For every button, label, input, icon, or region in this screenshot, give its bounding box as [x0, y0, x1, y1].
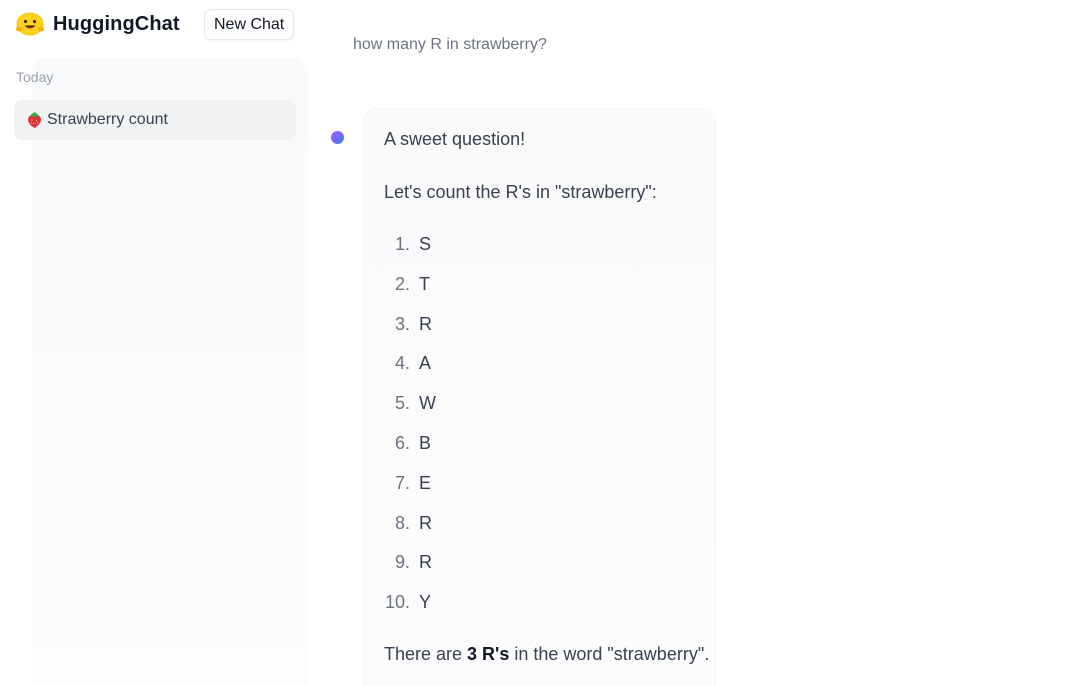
list-item-letter: R: [419, 552, 432, 573]
list-item-number: 1.: [394, 234, 410, 254]
list-item-number: 6.: [394, 432, 410, 453]
list-item: 3. R: [380, 314, 436, 354]
list-item: 9. R: [380, 552, 436, 592]
list-item: 6. B: [380, 433, 436, 473]
list-item-number: 10.: [384, 592, 410, 613]
hugging-face-logo-icon: [16, 12, 44, 36]
app-name: HuggingChat: [53, 12, 180, 35]
list-item-letter: B: [419, 432, 432, 453]
sidebar: HuggingChat New Chat Today Strawberry co…: [0, 0, 310, 686]
strawberry-icon: [26, 111, 43, 129]
conclusion-highlight: 3 R's: [467, 644, 510, 664]
brand[interactable]: HuggingChat: [16, 10, 180, 38]
list-item: 4. A: [380, 353, 436, 393]
list-item: 2. T: [380, 274, 436, 314]
app-window: HuggingChat New Chat Today Strawberry co…: [0, 0, 1080, 686]
sidebar-section-today: Today: [16, 69, 54, 85]
list-item-letter: E: [419, 472, 432, 493]
sidebar-panel: [32, 58, 308, 686]
list-item-letter: A: [419, 353, 432, 374]
list-item-letter: Y: [419, 592, 432, 613]
list-item-letter: R: [419, 512, 432, 533]
conclusion-text-end: in the word "strawberry".: [509, 644, 710, 664]
list-item-letter: T: [419, 273, 430, 294]
new-chat-button[interactable]: New Chat: [204, 9, 295, 40]
answer-lead: Let's count the R's in "strawberry":: [384, 182, 657, 202]
list-item-number: 4.: [394, 353, 410, 374]
list-item-number: 3.: [394, 313, 410, 334]
list-item-number: 8.: [394, 512, 410, 533]
answer-conclusion: There are 3 R's in the word "strawberry"…: [384, 644, 709, 665]
conclusion-text-start: There are: [384, 644, 468, 664]
sidebar-item-strawberry-count[interactable]: Strawberry count: [14, 100, 296, 140]
sidebar-item-label: Strawberry count: [47, 111, 168, 128]
user-message: how many R in strawberry?: [353, 36, 547, 53]
list-item-number: 5.: [394, 393, 410, 414]
list-item: 5. W: [380, 393, 436, 433]
list-item-number: 7.: [394, 472, 410, 493]
list-item: 10. Y: [380, 592, 436, 632]
letter-list: 1. S 2. T 3. R 4. A 5. W 6. B 7. E 8. R 9. R 10. Y: [380, 234, 436, 632]
assistant-avatar-icon: [331, 131, 344, 144]
list-item-number: 9.: [394, 552, 410, 573]
list-item-letter: R: [419, 313, 432, 334]
answer-intro: A sweet question!: [384, 129, 526, 149]
list-item: 1. S: [380, 234, 436, 274]
list-item: 8. R: [380, 513, 436, 553]
list-item: 7. E: [380, 473, 436, 513]
list-item-letter: S: [419, 234, 432, 254]
list-item-number: 2.: [394, 273, 410, 294]
list-item-letter: W: [419, 393, 436, 414]
